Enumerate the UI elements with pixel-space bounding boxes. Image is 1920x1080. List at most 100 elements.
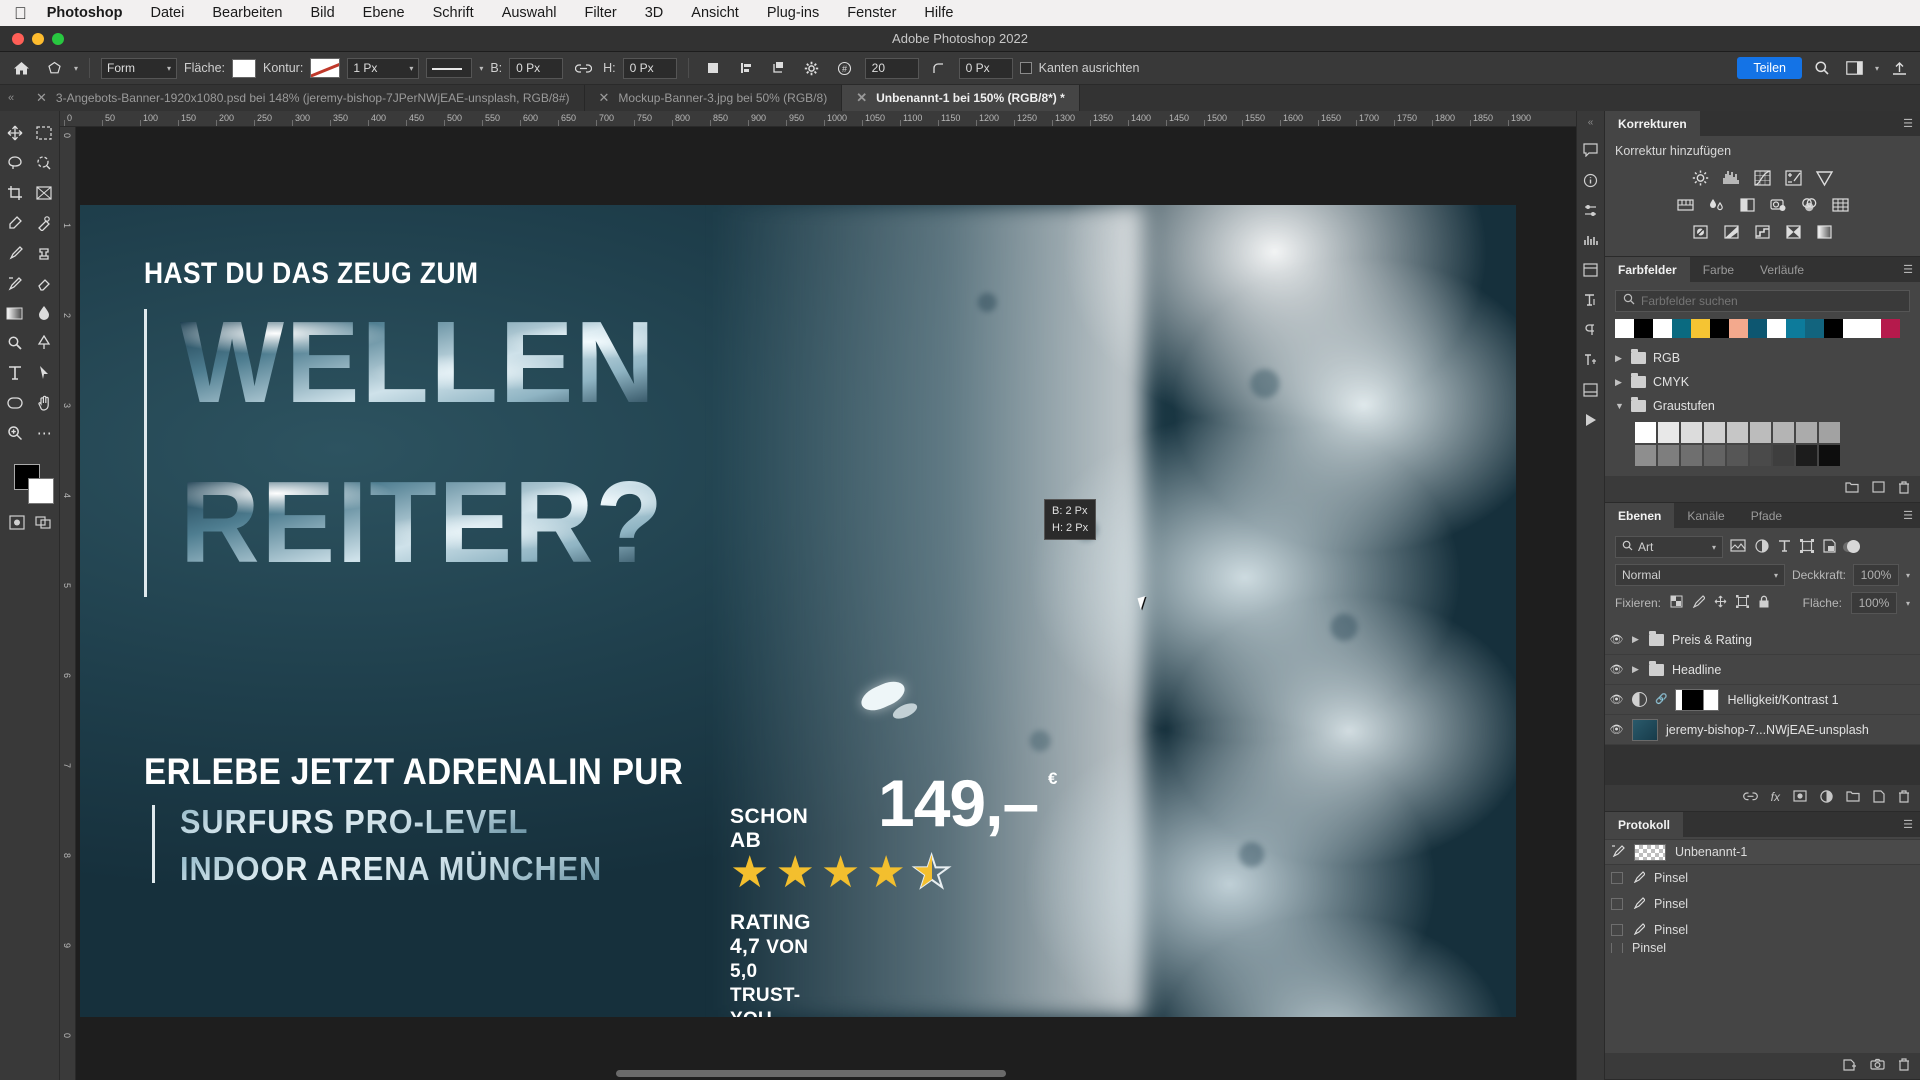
- swatch-group-rgb[interactable]: ▶ RGB: [1615, 346, 1910, 370]
- character-icon[interactable]: [1578, 286, 1604, 314]
- close-window-button[interactable]: [12, 32, 24, 45]
- cloud-upload-icon[interactable]: [1886, 56, 1912, 80]
- document-tab-1[interactable]: ✕ 3-Angebots-Banner-1920x1080.psd bei 14…: [22, 85, 585, 111]
- gear-icon[interactable]: [799, 56, 825, 80]
- path-alignment-icon[interactable]: [733, 56, 759, 80]
- new-group-icon[interactable]: [1846, 790, 1860, 806]
- frame-tool[interactable]: [30, 178, 60, 208]
- adjustments-icon[interactable]: [1578, 196, 1604, 224]
- lock-position-icon[interactable]: [1714, 595, 1727, 611]
- shape-tool[interactable]: [0, 388, 30, 418]
- gradient-map-icon[interactable]: [1814, 222, 1836, 242]
- pen-tool[interactable]: [30, 328, 60, 358]
- horizontal-scrollbar[interactable]: [616, 1070, 1006, 1077]
- menu-item-hilfe[interactable]: Hilfe: [910, 5, 967, 21]
- properties-icon[interactable]: [1578, 256, 1604, 284]
- new-adjustment-icon[interactable]: [1820, 790, 1833, 806]
- type-tool[interactable]: [0, 358, 30, 388]
- tab-pfade[interactable]: Pfade: [1738, 503, 1795, 528]
- chevron-right-icon[interactable]: ▶: [1615, 353, 1624, 364]
- link-layers-icon[interactable]: [1742, 790, 1758, 806]
- filter-adjustment-icon[interactable]: [1755, 538, 1769, 556]
- quick-mask-icon[interactable]: [8, 515, 25, 533]
- paragraph-icon[interactable]: [1578, 316, 1604, 344]
- document-tab-3[interactable]: ✕ Unbenannt-1 bei 150% (RGB/8*) *: [842, 85, 1080, 111]
- sides-input[interactable]: 20: [864, 57, 919, 79]
- document-tab-2[interactable]: ✕ Mockup-Banner-3.jpg bei 50% (RGB/8): [584, 85, 843, 111]
- chevron-down-icon[interactable]: ▼: [1615, 401, 1624, 411]
- color-swatch[interactable]: [1729, 319, 1748, 338]
- grayscale-swatch[interactable]: [1727, 422, 1748, 443]
- color-swatch[interactable]: [1805, 319, 1824, 338]
- layer-mask-icon[interactable]: [1793, 790, 1807, 806]
- swatch-group-graustufen[interactable]: ▼ Graustufen: [1615, 394, 1910, 418]
- tab-bar-grip[interactable]: «: [0, 85, 22, 111]
- eyedropper-tool[interactable]: [0, 208, 30, 238]
- grayscale-swatch[interactable]: [1773, 445, 1794, 466]
- filter-pixel-icon[interactable]: [1730, 538, 1746, 556]
- swatch-group-cmyk[interactable]: ▶ CMYK: [1615, 370, 1910, 394]
- color-swatch[interactable]: [1824, 319, 1843, 338]
- panel-menu-icon[interactable]: ☰: [1903, 264, 1913, 276]
- filter-enable-toggle[interactable]: [1843, 540, 1860, 553]
- grayscale-swatch[interactable]: [1681, 445, 1702, 466]
- brightness-contrast-icon[interactable]: [1690, 168, 1712, 188]
- more-tools[interactable]: ⋯: [30, 418, 60, 448]
- grayscale-swatch[interactable]: [1796, 422, 1817, 443]
- path-arrangement-icon[interactable]: [766, 56, 792, 80]
- stroke-width-select[interactable]: 1 Px ▾: [347, 57, 420, 79]
- menu-item-3d[interactable]: 3D: [631, 5, 678, 21]
- height-input[interactable]: 0 Px: [622, 57, 677, 79]
- fill-color-swatch[interactable]: [232, 58, 257, 78]
- hand-tool[interactable]: [30, 388, 60, 418]
- exposure-icon[interactable]: [1783, 168, 1805, 188]
- brush-tool[interactable]: [0, 238, 30, 268]
- info-icon[interactable]: [1578, 166, 1604, 194]
- blur-tool[interactable]: [30, 298, 60, 328]
- healing-brush-tool[interactable]: [30, 208, 60, 238]
- horizontal-ruler[interactable]: 0 50 100 150 200 250 300 350 400 450 500 550 600 650 7…: [60, 111, 1576, 127]
- tab-farbfelder[interactable]: Farbfelder: [1605, 257, 1690, 282]
- crop-tool[interactable]: [0, 178, 30, 208]
- corner-radius-input[interactable]: 0 Px: [958, 57, 1013, 79]
- tab-korrekturen[interactable]: Korrekturen: [1605, 111, 1700, 136]
- layer-filter-type-select[interactable]: Art ▾: [1615, 536, 1723, 558]
- history-brush-icon[interactable]: [1611, 844, 1625, 860]
- close-icon[interactable]: ✕: [36, 90, 47, 106]
- blend-mode-select[interactable]: Normal ▾: [1615, 564, 1785, 586]
- canvas-stage[interactable]: HAST DU DAS ZEUG ZUM WELLEN REITER? ERLE…: [76, 127, 1576, 1080]
- link-chain-icon[interactable]: [570, 56, 596, 80]
- menu-item-filter[interactable]: Filter: [571, 5, 631, 21]
- quick-select-tool[interactable]: [30, 148, 60, 178]
- lock-transparency-icon[interactable]: [1670, 595, 1683, 611]
- color-swatch[interactable]: [1767, 319, 1786, 338]
- grayscale-swatch[interactable]: [1750, 422, 1771, 443]
- hue-saturation-icon[interactable]: [1674, 195, 1696, 215]
- maximize-window-button[interactable]: [52, 32, 64, 45]
- grayscale-swatch[interactable]: [1750, 445, 1771, 466]
- share-button[interactable]: Teilen: [1737, 57, 1802, 79]
- tab-verlaeufe[interactable]: Verläufe: [1747, 257, 1817, 282]
- move-tool[interactable]: [0, 118, 30, 148]
- invert-icon[interactable]: [1690, 222, 1712, 242]
- opacity-input[interactable]: 100%: [1852, 564, 1899, 586]
- delete-swatch-icon[interactable]: [1898, 481, 1910, 497]
- background-color-swatch[interactable]: [28, 478, 54, 504]
- new-layer-icon[interactable]: [1873, 790, 1885, 806]
- menu-item-bild[interactable]: Bild: [296, 5, 348, 21]
- layer-row[interactable]: 👁 ▶ Headline: [1605, 655, 1920, 685]
- channel-mixer-icon[interactable]: [1798, 195, 1820, 215]
- threshold-icon[interactable]: [1752, 222, 1774, 242]
- swatch-search-input[interactable]: [1641, 294, 1902, 308]
- grayscale-swatch[interactable]: [1819, 422, 1840, 443]
- layer-row[interactable]: 👁 🔗 Helligkeit/Kontrast 1: [1605, 685, 1920, 715]
- color-swatch[interactable]: [1748, 319, 1767, 338]
- gradient-tool[interactable]: [0, 298, 30, 328]
- width-input[interactable]: 0 Px: [509, 57, 564, 79]
- vertical-ruler[interactable]: 0 1 2 3 4 5 6 7 8 9 0: [60, 127, 76, 1080]
- grayscale-swatch[interactable]: [1704, 422, 1725, 443]
- history-state-row[interactable]: Pinsel: [1605, 891, 1920, 917]
- stroke-color-swatch[interactable]: [310, 58, 341, 78]
- fill-chevron-icon[interactable]: ▾: [1906, 599, 1910, 608]
- color-swatch[interactable]: [1862, 319, 1881, 338]
